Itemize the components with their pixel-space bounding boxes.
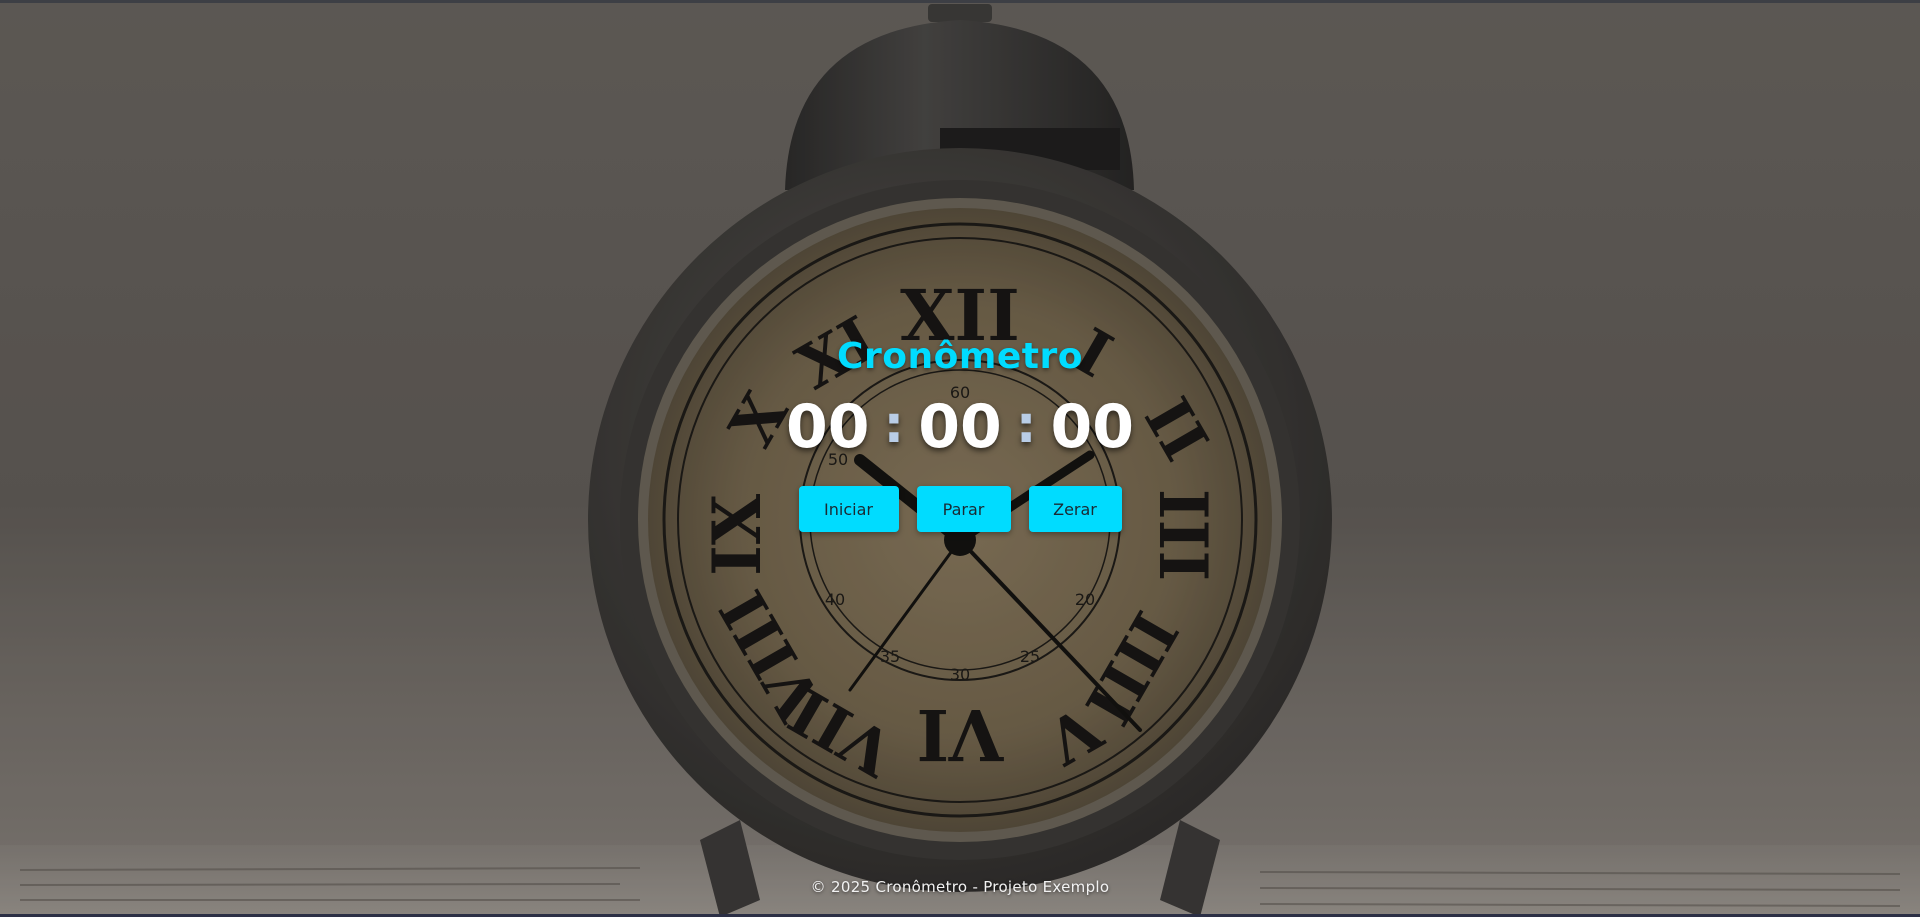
timer-display: 00 : 00 : 00 xyxy=(0,392,1920,462)
stop-button[interactable]: Parar xyxy=(916,486,1011,532)
timer-controls: Iniciar Parar Zerar xyxy=(0,486,1920,532)
timer-hours: 00 xyxy=(785,392,870,462)
timer-separator: : xyxy=(1015,395,1037,455)
reset-button[interactable]: Zerar xyxy=(1028,486,1122,532)
footer-copyright: © 2025 Cronômetro - Projeto Exemplo xyxy=(810,878,1110,896)
timer-seconds: 00 xyxy=(1050,392,1135,462)
page-title: Cronômetro xyxy=(837,336,1083,377)
start-button[interactable]: Iniciar xyxy=(798,486,899,532)
top-border xyxy=(0,0,1920,3)
timer-separator: : xyxy=(883,395,905,455)
timer-minutes: 00 xyxy=(918,392,1002,462)
